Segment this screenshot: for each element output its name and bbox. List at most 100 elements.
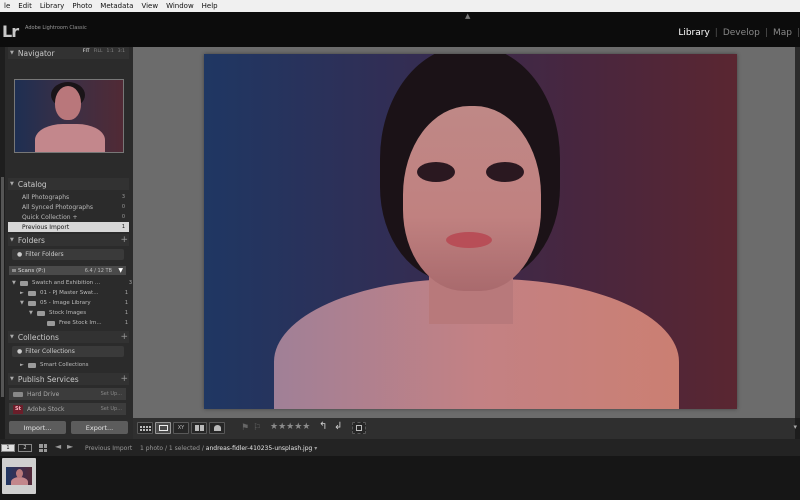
survey-view-button[interactable] [191,422,207,434]
app-name: Adobe Lightroom Classic [25,25,87,31]
photo-lips [446,232,492,248]
menu-help[interactable]: Help [202,2,218,10]
star-rating[interactable]: ★★★★★ [270,422,310,432]
loupe-view-button[interactable] [155,422,171,434]
flag-reject-icon[interactable]: ⚐ [253,423,261,433]
catalog-header[interactable]: ▼ Catalog [8,178,129,190]
main-photo[interactable] [204,54,737,409]
navigator-header[interactable]: ▼ Navigator FIT FILL 1:1 3:1 [8,47,129,59]
catalog-item[interactable]: Quick Collection + 0 [8,212,129,222]
forward-arrow-icon[interactable]: ► [67,442,73,451]
expand-triangle-icon[interactable]: ► [20,362,28,368]
folder-item[interactable]: ▼ Swatch and Exhibition ... 3 [12,278,136,288]
collapse-triangle-icon: ▼ [10,181,14,187]
export-button[interactable]: Export... [71,421,128,434]
people-view-icon [213,425,221,431]
secondary-window-button[interactable]: 2 [18,444,32,452]
filmstrip-source[interactable]: Previous Import [85,445,132,452]
people-view-button[interactable] [209,422,225,434]
publish-services-header[interactable]: ▼ Publish Services + [8,373,129,385]
lightroom-logo: Lr [2,22,19,41]
add-collection-icon[interactable]: + [120,332,128,342]
flag-pick-icon[interactable]: ⚑ [241,423,249,433]
collections-header[interactable]: ▼ Collections + [8,331,129,343]
zoom-3-1[interactable]: 3:1 [118,49,125,54]
publish-service-label: Hard Drive [27,390,60,398]
filmstrip-status: 1 photo / 1 selected / andreas-fidler-41… [140,445,317,452]
folder-item[interactable]: ▼ Stock Images 1 [29,308,132,318]
smart-collections-item[interactable]: ► Smart Collections [20,360,132,370]
grid-icon[interactable] [39,444,47,452]
collection-label: Smart Collections [40,362,89,368]
collapse-triangle-icon: ▼ [10,334,14,340]
volume-row[interactable]: Scans (P:) 6.4 / 12 TB ▼ [9,266,126,275]
publish-hard-drive[interactable]: Hard Drive Set Up... [9,388,126,400]
loupe-view-icon [158,425,168,431]
folder-item[interactable]: Free Stock Im... 1 [39,318,132,328]
setup-link[interactable]: Set Up... [101,391,122,397]
grid-view-button[interactable] [137,422,153,434]
collapse-top-panel-icon[interactable]: ▲ [465,12,470,20]
left-panel-edge[interactable] [0,47,5,439]
filename-dropdown-icon[interactable]: ▾ [314,445,317,452]
catalog-item-selected[interactable]: Previous Import 1 [8,222,129,232]
module-map[interactable]: Map [768,28,797,38]
import-button[interactable]: Import... [9,421,66,434]
folder-label: Free Stock Im... [59,320,102,326]
publish-adobe-stock[interactable]: St Adobe Stock Set Up... [9,403,126,415]
preview-face [55,86,81,120]
module-develop[interactable]: Develop [718,28,765,38]
expand-triangle-icon[interactable]: ▼ [12,280,20,286]
catalog-item-label: Previous Import [22,223,70,231]
expand-triangle-icon[interactable]: ► [20,290,28,296]
loupe-view[interactable] [133,47,795,418]
crop-overlay-button[interactable] [352,422,366,434]
menu-edit[interactable]: Edit [18,2,32,10]
back-arrow-icon[interactable]: ◄ [55,442,61,451]
catalog-item[interactable]: All Synced Photographs 0 [8,202,129,212]
collapse-triangle-icon: ▼ [10,376,14,382]
compare-view-button[interactable]: XY [173,422,189,434]
rotate-right-icon[interactable]: ↲ [334,421,342,432]
folder-count: 3 [128,280,132,286]
expand-triangle-icon[interactable]: ▼ [20,300,28,306]
filter-folders-field[interactable]: ● Filter Folders [12,249,124,260]
identity-plate: Lr Adobe Lightroom Classic ▲ Library | D… [0,12,800,47]
expand-triangle-icon[interactable]: ▼ [29,310,37,316]
add-folder-icon[interactable]: + [120,235,128,245]
rotate-left-icon[interactable]: ↰ [319,421,327,432]
menu-library[interactable]: Library [40,2,64,10]
menu-photo[interactable]: Photo [72,2,92,10]
catalog-item[interactable]: All Photographs 3 [8,192,129,202]
navigator-title: Navigator [17,48,55,58]
zoom-1-1[interactable]: 1:1 [107,49,114,54]
filmstrip-thumbnail[interactable] [2,458,36,494]
zoom-fill[interactable]: FILL [94,49,103,54]
left-panel-scrollbar[interactable] [1,177,4,397]
menu-view[interactable]: View [141,2,158,10]
filter-folders-placeholder: Filter Folders [25,251,64,258]
add-publish-service-icon[interactable]: + [120,374,128,384]
photo-eye-right [486,162,524,182]
folders-header[interactable]: ▼ Folders + [8,234,129,246]
main-window-button[interactable]: 1 [1,444,15,452]
zoom-fit[interactable]: FIT [83,49,90,54]
module-picker: Library | Develop | Map | [673,28,800,38]
collapse-triangle-icon: ▼ [10,237,14,243]
navigator-zoom-options: FIT FILL 1:1 3:1 [79,49,125,54]
navigator-preview[interactable] [14,79,124,153]
folder-item[interactable]: ► 01 - PJ Master Swat... 1 [20,288,132,298]
toolbar-menu-icon[interactable]: ▾ [793,423,797,431]
photo-face [403,106,541,291]
menu-window[interactable]: Window [166,2,194,10]
volume-menu-icon[interactable]: ▼ [118,267,123,274]
search-icon: ● [17,348,23,355]
module-library[interactable]: Library [673,28,714,38]
menu-metadata[interactable]: Metadata [100,2,133,10]
setup-link[interactable]: Set Up... [101,406,122,412]
folder-item[interactable]: ▼ 05 - Image Library 1 [20,298,132,308]
menu-file[interactable]: le [4,2,10,10]
filter-collections-field[interactable]: ● Filter Collections [12,346,124,357]
right-panel-edge[interactable] [795,47,800,418]
folder-label: Swatch and Exhibition ... [32,280,101,286]
